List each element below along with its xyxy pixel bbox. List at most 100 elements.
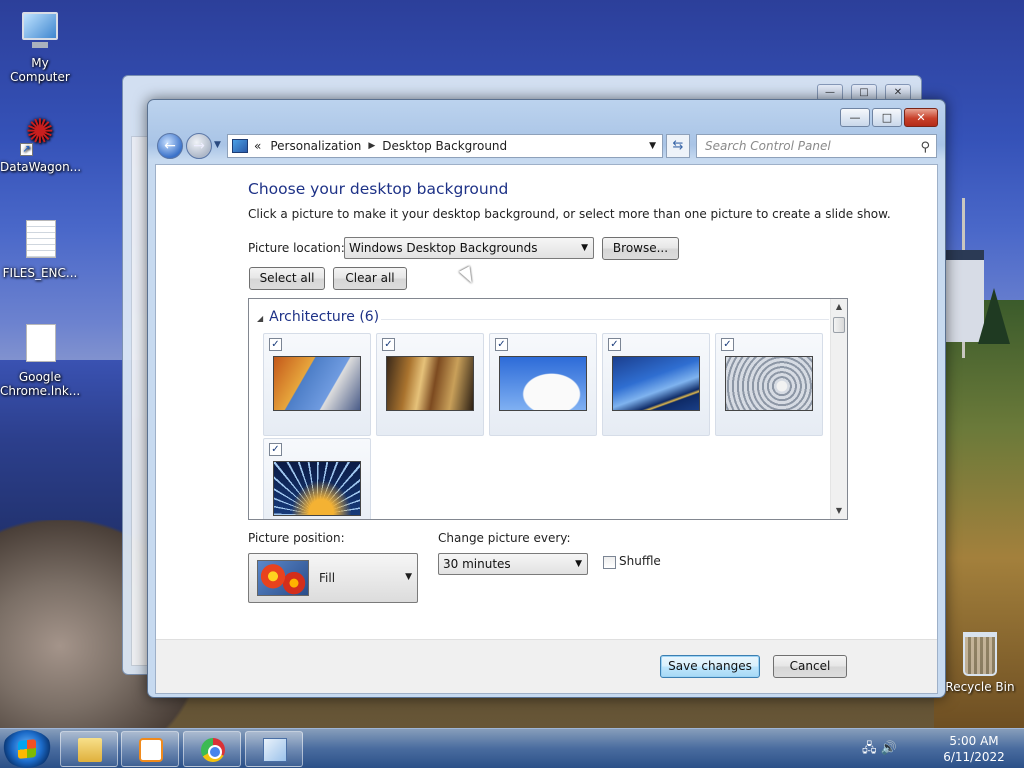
desktop-icon-files-enc[interactable]: FILES_ENC...	[0, 218, 80, 280]
architecture-image	[612, 356, 700, 411]
computer-icon	[20, 8, 60, 52]
picture-location-select[interactable]: Windows Desktop Backgrounds ▼	[344, 237, 594, 259]
close-button[interactable]: ✕	[904, 108, 938, 127]
thumbnail-checkbox[interactable]: ✓	[382, 338, 395, 351]
scroll-down-icon[interactable]: ▼	[831, 503, 847, 519]
picture-list[interactable]: ◢ Architecture (6) ✓ ✓ ✓ ✓ ✓ ✓ ▲ ▼	[248, 298, 848, 520]
thumbnail-checkbox[interactable]: ✓	[495, 338, 508, 351]
picture-position-label: Picture position:	[248, 531, 345, 545]
windows-logo-icon	[18, 739, 36, 759]
architecture-image	[273, 461, 361, 516]
desktop-icon-google-chrome-lnk[interactable]: Google Chrome.lnk...	[0, 322, 80, 398]
vertical-scrollbar[interactable]: ▲ ▼	[830, 299, 847, 519]
media-player-icon	[139, 738, 163, 762]
recent-pages-dropdown-icon[interactable]: ▼	[214, 140, 221, 150]
desktop-icon-label: Google Chrome.lnk...	[0, 370, 81, 398]
back-arrow-icon[interactable]: ←	[157, 133, 183, 159]
thumbnail-architecture-1[interactable]: ✓	[263, 333, 371, 436]
taskbar-explorer[interactable]	[60, 731, 118, 767]
search-placeholder: Search Control Panel	[705, 139, 831, 153]
shuffle-label[interactable]: Shuffle	[619, 554, 661, 568]
desktop-icon-label: Recycle Bin	[945, 680, 1015, 694]
desktop-icon-my-computer[interactable]: My Computer	[0, 8, 80, 84]
group-title: Architecture (6)	[269, 309, 380, 325]
breadcrumb-desktop-background[interactable]: Desktop Background	[382, 139, 507, 153]
thumbnail-architecture-6[interactable]: ✓	[263, 438, 371, 519]
picture-position-value: Fill	[319, 571, 336, 585]
control-panel-icon	[263, 738, 287, 762]
refresh-icon[interactable]: ⇆	[666, 134, 690, 158]
desktop-icon-recycle-bin[interactable]: Recycle Bin	[940, 632, 1020, 694]
thumbnail-architecture-4[interactable]: ✓	[602, 333, 710, 436]
search-input[interactable]: Search Control Panel ⚲	[696, 134, 937, 158]
browse-button[interactable]: Browse...	[602, 237, 679, 260]
thumbnail-checkbox[interactable]: ✓	[269, 338, 282, 351]
folder-icon	[78, 738, 102, 762]
thumbnail-architecture-2[interactable]: ✓	[376, 333, 484, 436]
change-picture-interval-select[interactable]: 30 minutes ▼	[438, 553, 588, 575]
thumbnail-checkbox[interactable]: ✓	[721, 338, 734, 351]
file-icon	[20, 322, 60, 366]
system-tray[interactable]: 🖧 🔊	[862, 739, 897, 761]
address-dropdown-icon[interactable]: ▼	[649, 141, 656, 151]
desktop-background-window: — □ ✕ ← → ▼ « Personalization ▶ Desktop …	[147, 99, 946, 698]
save-changes-button[interactable]: Save changes	[660, 655, 760, 678]
flower-preview-image	[257, 560, 309, 596]
cancel-button[interactable]: Cancel	[773, 655, 847, 678]
recycle-bin-icon	[963, 632, 997, 676]
picture-location-value: Windows Desktop Backgrounds	[349, 241, 538, 255]
desktop-icon-label: DataWagon...	[0, 160, 82, 174]
scroll-thumb[interactable]	[833, 317, 845, 333]
architecture-image	[273, 356, 361, 411]
minimize-button[interactable]: —	[840, 108, 870, 127]
clear-all-button[interactable]: Clear all	[333, 267, 407, 290]
search-icon[interactable]: ⚲	[920, 137, 930, 159]
shortcut-arrow-icon: ↗	[20, 143, 33, 156]
clock[interactable]: 5:00 AM 6/11/2022	[934, 733, 1014, 765]
shuffle-checkbox[interactable]	[603, 556, 616, 569]
group-divider	[381, 319, 829, 320]
chevron-down-icon: ▼	[581, 243, 588, 253]
breadcrumb-separator-icon[interactable]: ▶	[368, 141, 375, 151]
taskbar-chrome[interactable]	[183, 731, 241, 767]
thumbnail-architecture-3[interactable]: ✓	[489, 333, 597, 436]
wallpaper-tree	[978, 288, 1010, 344]
chevron-down-icon: ▼	[405, 572, 412, 582]
dialog-footer: Save changes Cancel	[156, 639, 937, 693]
architecture-image	[499, 356, 587, 411]
start-button[interactable]	[2, 730, 52, 768]
desktop-icon-datawagon[interactable]: ✺ ↗ DataWagon...	[0, 112, 82, 174]
content-area: Choose your desktop background Click a p…	[155, 164, 938, 694]
thumbnail-architecture-5[interactable]: ✓	[715, 333, 823, 436]
picture-position-select[interactable]: Fill ▼	[248, 553, 418, 603]
taskbar-media-player[interactable]	[121, 731, 179, 767]
chrome-icon	[201, 738, 225, 762]
picture-location-label: Picture location:	[248, 241, 345, 255]
desktop-icon-label: FILES_ENC...	[2, 266, 78, 280]
clock-time: 5:00 AM	[949, 734, 999, 748]
breadcrumb-chevrons[interactable]: «	[254, 139, 261, 153]
clock-date: 6/11/2022	[943, 750, 1005, 764]
taskbar-control-panel[interactable]	[245, 731, 303, 767]
breadcrumb-personalization[interactable]: Personalization	[270, 139, 361, 153]
thumbnail-checkbox[interactable]: ✓	[269, 443, 282, 456]
forward-arrow-icon[interactable]: →	[186, 133, 212, 159]
page-description: Click a picture to make it your desktop …	[248, 207, 891, 221]
chevron-down-icon: ▼	[575, 559, 582, 569]
control-panel-icon	[232, 139, 248, 153]
select-all-button[interactable]: Select all	[249, 267, 325, 290]
taskbar: 🖧 🔊 5:00 AM 6/11/2022	[0, 728, 1024, 768]
architecture-image	[386, 356, 474, 411]
gear-icon: ✺ ↗	[20, 112, 60, 156]
desktop-icon-label: My Computer	[10, 56, 70, 84]
scroll-up-icon[interactable]: ▲	[831, 299, 847, 315]
page-title: Choose your desktop background	[248, 180, 509, 198]
architecture-image	[725, 356, 813, 411]
collapse-triangle-icon[interactable]: ◢	[257, 314, 263, 323]
group-header[interactable]: ◢ Architecture (6)	[257, 309, 379, 325]
network-icon[interactable]: 🖧	[862, 741, 877, 756]
maximize-button[interactable]: □	[872, 108, 902, 127]
volume-icon[interactable]: 🔊	[881, 741, 897, 756]
thumbnail-checkbox[interactable]: ✓	[608, 338, 621, 351]
address-bar[interactable]: « Personalization ▶ Desktop Background ▼	[227, 134, 663, 158]
